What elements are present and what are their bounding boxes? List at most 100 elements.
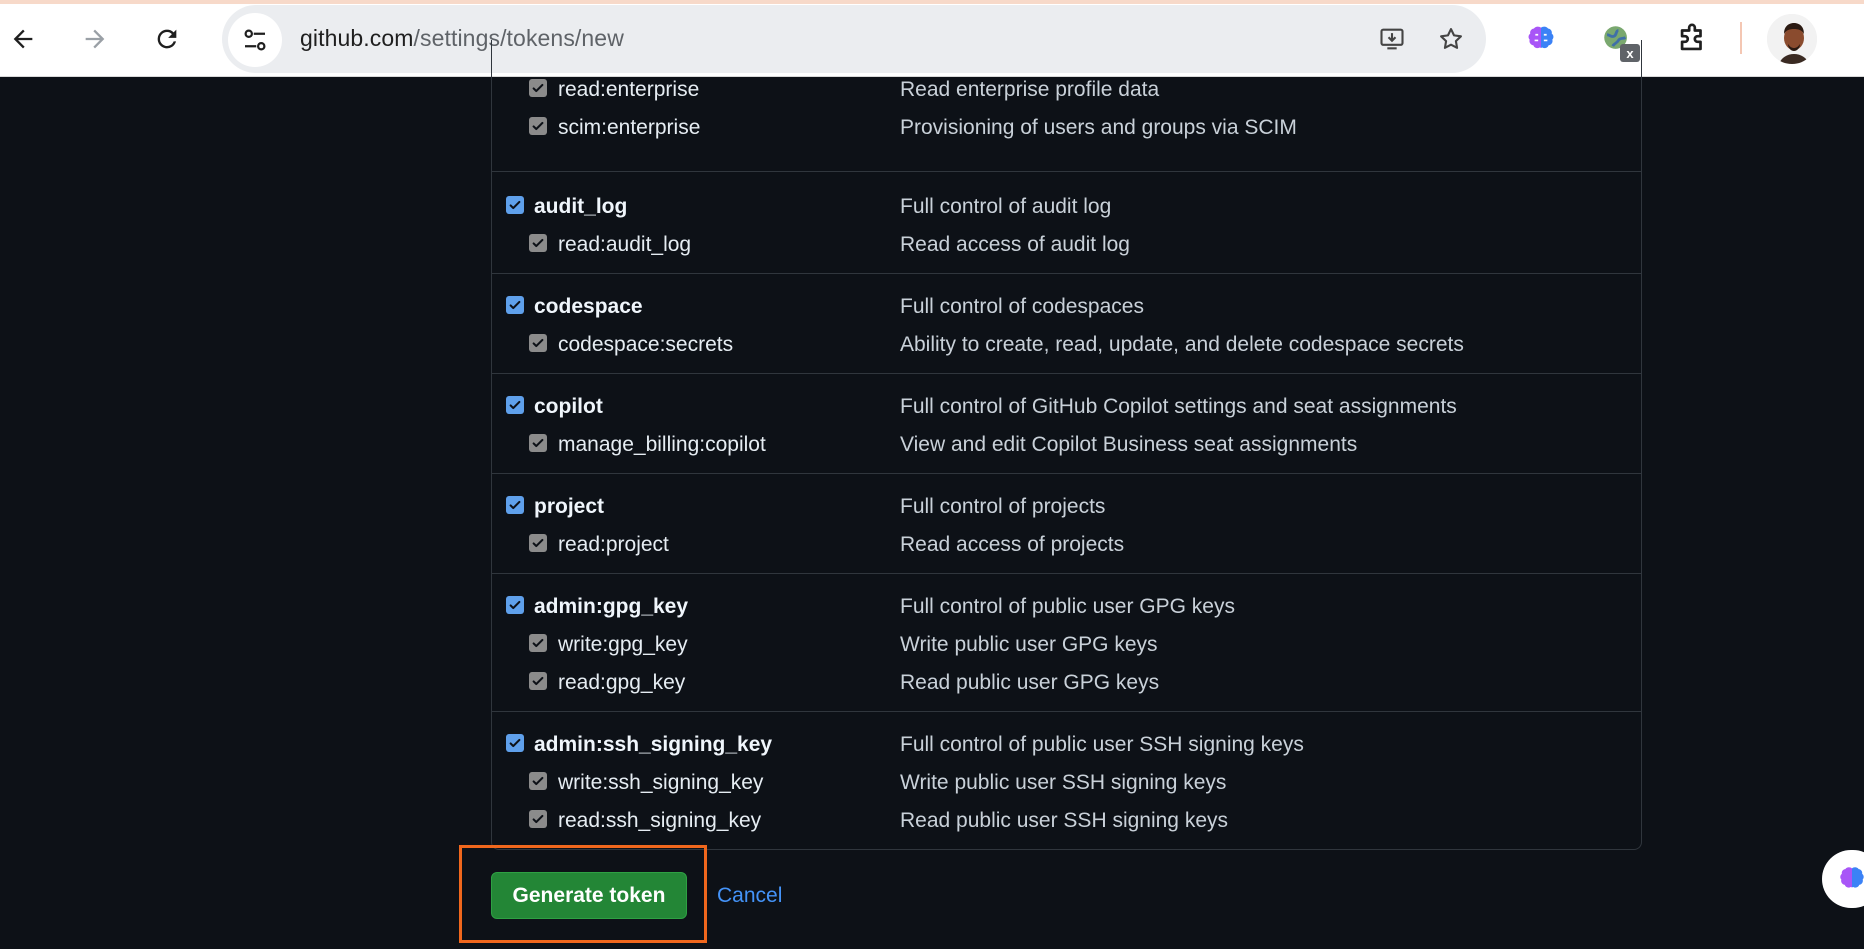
subscope-name[interactable]: read:audit_log	[558, 233, 691, 257]
subscope-name[interactable]: codespace:secrets	[558, 333, 733, 357]
checkmark-icon	[509, 500, 521, 510]
scope-row: read:enterprise Read enterprise profile d…	[492, 69, 1641, 107]
checkmark-icon	[532, 814, 544, 824]
scope-description: Full control of audit log	[900, 195, 1112, 218]
subscope-name[interactable]: scim:enterprise	[558, 116, 700, 140]
checkmark-icon	[532, 121, 544, 131]
scope-description: Full control of public user GPG keys	[900, 595, 1235, 618]
scope-row: scim:enterprise Provisioning of users and…	[492, 107, 1641, 145]
checkmark-icon	[532, 338, 544, 348]
subscope-checkbox[interactable]	[529, 634, 547, 652]
subscope-checkbox[interactable]	[529, 334, 547, 352]
checkmark-icon	[509, 400, 521, 410]
scope-name[interactable]: admin:ssh_signing_key	[534, 733, 772, 757]
subscope-checkbox[interactable]	[529, 234, 547, 252]
scope-row: write:ssh_signing_key Write public user S…	[492, 762, 1641, 800]
scope-description: Write public user GPG keys	[900, 633, 1158, 656]
extensions-menu-button[interactable]	[1671, 18, 1713, 60]
user-avatar-icon	[1767, 14, 1817, 64]
scope-name[interactable]: project	[534, 495, 604, 519]
subscope-checkbox[interactable]	[529, 534, 547, 552]
subscope-name[interactable]: manage_billing:copilot	[558, 433, 766, 457]
checkmark-icon	[532, 638, 544, 648]
scope-checkbox[interactable]	[506, 496, 524, 514]
scope-group: codespace Full control of codespaces codes…	[492, 274, 1641, 374]
scope-row: audit_log Full control of audit log	[492, 186, 1641, 224]
checkmark-icon	[532, 538, 544, 548]
checkmark-icon	[509, 200, 521, 210]
subscope-checkbox[interactable]	[529, 434, 547, 452]
scope-description: Read enterprise profile data	[900, 78, 1160, 101]
scope-description: Write public user SSH signing keys	[900, 771, 1227, 794]
scope-description: Read access of projects	[900, 533, 1125, 556]
scope-checkbox[interactable]	[506, 596, 524, 614]
profile-avatar[interactable]	[1765, 12, 1819, 66]
subscope-checkbox[interactable]	[529, 672, 547, 690]
checkmark-icon	[532, 83, 544, 93]
subscope-name[interactable]: write:gpg_key	[558, 633, 688, 657]
subscope-name[interactable]: write:ssh_signing_key	[558, 771, 763, 795]
scope-name[interactable]: admin:gpg_key	[534, 595, 688, 619]
checkmark-icon	[532, 438, 544, 448]
scope-description: Ability to create, read, update, and del…	[900, 333, 1464, 356]
scope-row: admin:gpg_key Full control of public user…	[492, 586, 1641, 624]
scopes-list: read:enterprise Read enterprise profile d…	[491, 40, 1642, 850]
checkmark-icon	[509, 600, 521, 610]
scope-description: Read access of audit log	[900, 233, 1130, 256]
forward-button[interactable]	[70, 14, 120, 64]
scope-row: codespace Full control of codespaces	[492, 286, 1641, 324]
scope-description: Read public user GPG keys	[900, 671, 1160, 694]
tune-icon	[244, 29, 266, 51]
scope-description: Full control of projects	[900, 495, 1106, 518]
reload-button[interactable]	[142, 14, 192, 64]
subscope-checkbox[interactable]	[529, 79, 547, 97]
scope-row: codespace:secrets Ability to create, read…	[492, 324, 1641, 362]
site-info-button[interactable]	[228, 13, 282, 67]
scope-row: read:ssh_signing_key Read public user SSH…	[492, 800, 1641, 838]
tab-strip-edge	[0, 0, 1864, 4]
generate-token-button[interactable]: Generate token	[491, 872, 687, 919]
puzzle-icon	[1680, 23, 1702, 51]
subscope-checkbox[interactable]	[529, 772, 547, 790]
scope-checkbox[interactable]	[506, 296, 524, 314]
scope-checkbox[interactable]	[506, 396, 524, 414]
scope-name[interactable]: copilot	[534, 395, 603, 419]
checkmark-icon	[509, 738, 521, 748]
scope-checkbox[interactable]	[506, 196, 524, 214]
brain-icon	[1840, 867, 1864, 888]
scope-description: Full control of public user SSH signing …	[900, 733, 1304, 756]
subscope-checkbox[interactable]	[529, 117, 547, 135]
subscope-name[interactable]: read:project	[558, 533, 669, 557]
scope-group: admin:gpg_key Full control of public user…	[492, 574, 1641, 712]
back-button[interactable]	[0, 14, 48, 64]
scope-group: project Full control of projects read:proj…	[492, 474, 1641, 574]
checkmark-icon	[532, 676, 544, 686]
scope-description: View and edit Copilot Business seat assi…	[900, 433, 1358, 456]
arrow-right-icon	[85, 29, 105, 49]
subscope-name[interactable]: read:ssh_signing_key	[558, 809, 761, 833]
scope-checkbox[interactable]	[506, 734, 524, 752]
scope-description: Full control of codespaces	[900, 295, 1144, 318]
floating-assistant-button[interactable]	[1822, 850, 1864, 908]
subscope-name[interactable]: read:gpg_key	[558, 671, 685, 695]
checkmark-icon	[509, 300, 521, 310]
scope-row: project Full control of projects	[492, 486, 1641, 524]
scope-row: read:project Read access of projects	[492, 524, 1641, 562]
reload-icon	[157, 29, 177, 49]
scope-name[interactable]: codespace	[534, 295, 643, 319]
url-host: github.com	[300, 25, 414, 51]
subscope-name[interactable]: read:enterprise	[558, 78, 699, 102]
scope-group: audit_log Full control of audit log read:a…	[492, 174, 1641, 274]
scope-group: read:enterprise Read enterprise profile d…	[492, 40, 1641, 172]
scope-name[interactable]: audit_log	[534, 195, 627, 219]
scope-group: copilot Full control of GitHub Copilot se…	[492, 374, 1641, 474]
scope-row: admin:ssh_signing_key Full control of pub…	[492, 724, 1641, 762]
scope-row: write:gpg_key Write public user GPG keys	[492, 624, 1641, 662]
scope-group: admin:ssh_signing_key Full control of pub…	[492, 712, 1641, 850]
subscope-checkbox[interactable]	[529, 810, 547, 828]
scope-row: manage_billing:copilot View and edit Copi…	[492, 424, 1641, 462]
checkmark-icon	[532, 776, 544, 786]
arrow-left-icon	[13, 29, 33, 49]
scope-row: read:gpg_key Read public user GPG keys	[492, 662, 1641, 700]
cancel-link[interactable]: Cancel	[717, 884, 782, 908]
